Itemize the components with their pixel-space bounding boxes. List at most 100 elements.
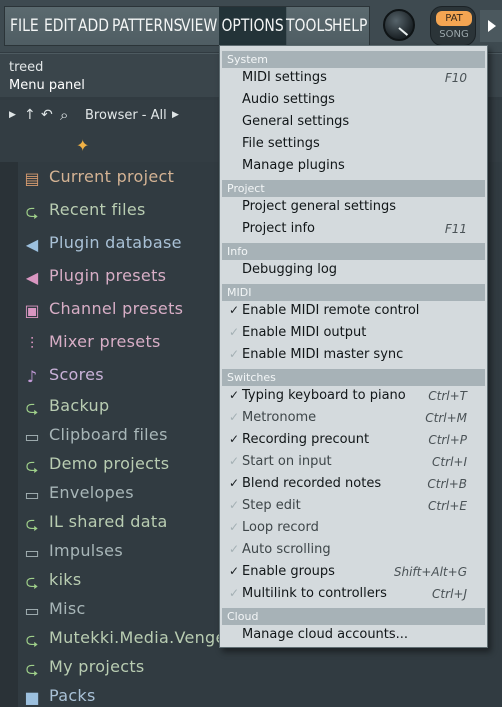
menu-item-typing-keyboard[interactable]: ✓ Typing keyboard to piano Ctrl+T: [222, 386, 485, 408]
menu-item-step-edit[interactable]: ✓ Step edit Ctrl+E: [222, 496, 485, 518]
browser-item-label: Recent files: [49, 200, 146, 219]
checkmark-icon: ✓: [228, 498, 240, 512]
menu-item-blend-recorded-notes[interactable]: ✓ Blend recorded notes Ctrl+B: [222, 474, 485, 496]
menu-item-label: Recording precount: [242, 432, 370, 447]
menu-item-enable-midi-remote[interactable]: ✓ Enable MIDI remote control: [222, 301, 485, 323]
master-volume-knob[interactable]: [383, 9, 415, 41]
up-arrow-icon[interactable]: ↑: [24, 107, 36, 123]
browser-next-arrow-icon[interactable]: ▶: [172, 110, 179, 120]
menu-item-start-on-input[interactable]: ✓ Start on input Ctrl+I: [222, 452, 485, 474]
menu-item-label: Manage cloud accounts...: [242, 627, 409, 642]
checkmark-icon: ✓: [228, 303, 240, 317]
menu-item-label: Auto scrolling: [242, 542, 331, 557]
menu-item-label: Multilink to controllers: [242, 586, 387, 601]
menu-item-label: Enable MIDI output: [242, 325, 367, 340]
menu-item-label: Enable groups: [242, 564, 335, 579]
folder-arrow-icon: ⮎: [25, 659, 39, 678]
menu-file[interactable]: FILE: [10, 7, 39, 45]
menu-item-label: File settings: [242, 136, 320, 151]
back-icon[interactable]: ↶: [41, 107, 53, 123]
section-header-cloud: Cloud: [222, 608, 485, 625]
folder-arrow-icon: ⮎: [25, 514, 39, 533]
menu-item-shortcut: Ctrl+E: [428, 499, 467, 513]
menu-item-label: Project info: [242, 221, 315, 236]
menu-item-shortcut: Ctrl+P: [428, 433, 467, 447]
menu-item-label: Start on input: [242, 454, 332, 469]
menu-item-label: Blend recorded notes: [242, 476, 382, 491]
menu-item-manage-cloud-accounts[interactable]: Manage cloud accounts...: [222, 625, 485, 647]
menu-item-label: Debugging log: [242, 262, 338, 277]
checkmark-icon: ✓: [228, 542, 240, 556]
folder-arrow-icon: ⮎: [25, 398, 39, 417]
menu-item-project-general-settings[interactable]: Project general settings: [222, 197, 485, 219]
folder-icon: ▭: [24, 543, 40, 562]
browser-item-label: Envelopes: [49, 483, 134, 502]
menu-item-label: Project general settings: [242, 199, 396, 214]
pat-song-switch[interactable]: PAT SONG: [430, 6, 476, 46]
folder-icon: ▭: [24, 427, 40, 446]
menu-item-metronome[interactable]: ✓ Metronome Ctrl+M: [222, 408, 485, 430]
packs-icon: ■: [24, 688, 40, 707]
menu-item-enable-midi-output[interactable]: ✓ Enable MIDI output: [222, 323, 485, 345]
folder-arrow-icon: ⮎: [25, 456, 39, 475]
menu-patterns[interactable]: PATTERNS: [112, 7, 183, 45]
menu-item-enable-groups[interactable]: ✓ Enable groups Shift+Alt+G: [222, 562, 485, 584]
folder-arrow-icon: ⮎: [25, 572, 39, 591]
menu-item-label: Metronome: [242, 410, 317, 425]
menu-edit[interactable]: EDIT: [44, 7, 76, 45]
checkmark-icon: ✓: [228, 520, 240, 534]
sparkle-icon[interactable]: ✦: [76, 136, 89, 155]
song-label[interactable]: SONG: [431, 29, 477, 40]
pat-label[interactable]: PAT: [436, 11, 472, 26]
menu-item-auto-scrolling[interactable]: ✓ Auto scrolling: [222, 540, 485, 562]
browser-item-label: Channel presets: [49, 299, 184, 318]
menu-item-recording-precount[interactable]: ✓ Recording precount Ctrl+P: [222, 430, 485, 452]
menu-item-manage-plugins[interactable]: Manage plugins: [222, 156, 485, 178]
menu-item-debugging-log[interactable]: Debugging log: [222, 260, 485, 282]
checkmark-icon: ✓: [228, 432, 240, 446]
menu-item-multilink-controllers[interactable]: ✓ Multilink to controllers Ctrl+J: [222, 584, 485, 606]
menu-item-label: Audio settings: [242, 92, 335, 107]
menu-help[interactable]: HELP: [332, 7, 367, 45]
browser-item-label: Plugin presets: [49, 266, 167, 285]
search-icon[interactable]: ⌕: [60, 106, 68, 124]
menu-item-midi-settings[interactable]: MIDI settings F10: [222, 68, 485, 90]
menu-item-enable-midi-master-sync[interactable]: ✓ Enable MIDI master sync: [222, 345, 485, 367]
expand-arrow-icon[interactable]: ▶: [9, 110, 16, 120]
section-header-system: System: [222, 51, 485, 68]
menu-item-label: Enable MIDI remote control: [242, 303, 420, 318]
menu-item-general-settings[interactable]: General settings: [222, 112, 485, 134]
plug-icon: ◀: [25, 268, 39, 287]
browser-item-label: Mixer presets: [49, 332, 161, 351]
menu-item-shortcut: Ctrl+M: [425, 411, 467, 425]
menu-item-label: Manage plugins: [242, 158, 345, 173]
menu-tools[interactable]: TOOLS: [286, 7, 333, 45]
menu-view[interactable]: VIEW: [181, 7, 217, 45]
browser-title[interactable]: Browser - All: [85, 108, 167, 123]
browser-item-label: Current project: [49, 167, 175, 186]
menu-item-audio-settings[interactable]: Audio settings: [222, 90, 485, 112]
menu-item-file-settings[interactable]: File settings: [222, 134, 485, 156]
hint-title: Menu panel: [9, 78, 85, 93]
section-header-project: Project: [222, 180, 485, 197]
browser-item-label: Mutekki.Media.Vengea: [49, 628, 236, 647]
browser-item-label: Demo projects: [49, 454, 170, 473]
browser-item-label: Impulses: [49, 541, 123, 560]
channel-icon: ▣: [24, 301, 40, 320]
play-button[interactable]: [480, 10, 502, 42]
menu-item-label: General settings: [242, 114, 350, 129]
menu-item-shortcut: Ctrl+J: [432, 587, 467, 601]
folder-arrow-icon: ⮎: [25, 630, 39, 649]
menu-item-label: Typing keyboard to piano: [242, 388, 406, 403]
checkmark-icon: ✓: [228, 564, 240, 578]
checkmark-icon: ✓: [228, 388, 240, 402]
menu-item-label: Loop record: [242, 520, 319, 535]
menu-item-shortcut: F11: [444, 222, 467, 236]
checkmark-icon: ✓: [228, 410, 240, 424]
document-icon: ▤: [24, 169, 40, 188]
menu-item-loop-record[interactable]: ✓ Loop record: [222, 518, 485, 540]
menu-add[interactable]: ADD: [78, 7, 109, 45]
menu-options[interactable]: OPTIONS: [219, 7, 287, 45]
menu-item-project-info[interactable]: Project info F11: [222, 219, 485, 241]
menu-item-shortcut: Shift+Alt+G: [393, 565, 467, 579]
